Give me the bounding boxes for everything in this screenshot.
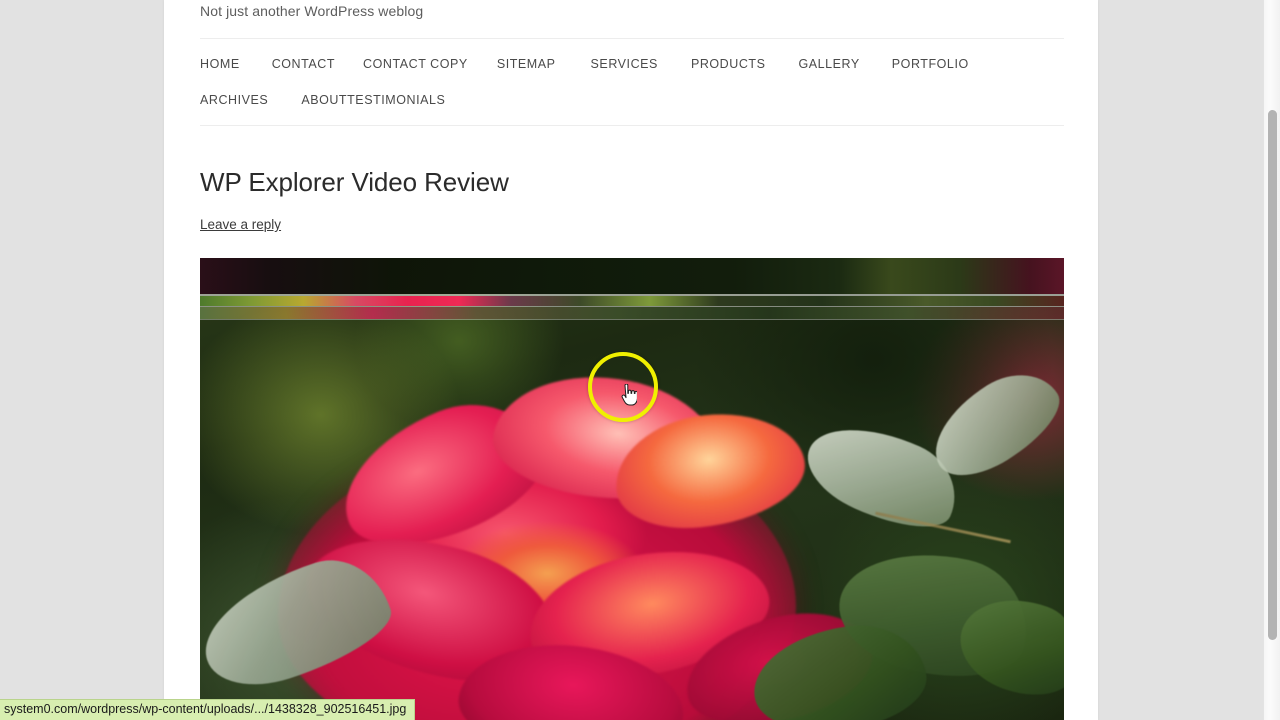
image-render-artifact-line [200, 319, 1064, 320]
header-divider [200, 38, 1064, 39]
status-bar-url: system0.com/wordpress/wp-content/uploads… [0, 699, 416, 720]
nav-link-home[interactable]: HOME [200, 46, 240, 82]
nav-item[interactable]: GALLERY [798, 46, 891, 82]
nav-link-about[interactable]: ABOUT [301, 82, 347, 118]
entry-meta: Leave a reply [200, 216, 281, 233]
primary-navigation[interactable]: HOME CONTACT CONTACT COPY SITEMAP SERVICES PR… [200, 46, 1064, 118]
nav-item[interactable]: ARCHIVES [200, 82, 301, 118]
nav-item[interactable]: PRODUCTS [691, 46, 799, 82]
site-tagline: Not just another WordPress weblog [200, 3, 424, 19]
image-render-artifact-band [200, 296, 1064, 306]
nav-link-services[interactable]: SERVICES [591, 46, 658, 82]
scrollbar-thumb[interactable] [1268, 110, 1277, 640]
nav-link-archives[interactable]: ARCHIVES [200, 82, 268, 118]
nav-divider [200, 125, 1064, 126]
nav-link-contact-copy[interactable]: CONTACT COPY [363, 46, 468, 82]
vertical-scrollbar[interactable] [1263, 0, 1280, 720]
image-render-artifact-band [200, 258, 1064, 294]
web-page-content: Not just another WordPress weblog HOME CO… [164, 0, 1098, 720]
nav-item[interactable]: CONTACT COPY [363, 46, 497, 82]
nav-item[interactable]: CONTACT [272, 46, 363, 82]
nav-link-contact[interactable]: CONTACT [272, 46, 335, 82]
leave-a-reply-link[interactable]: Leave a reply [200, 217, 281, 232]
attachment-image[interactable] [200, 258, 1064, 720]
nav-item[interactable]: SERVICES [591, 46, 691, 82]
nav-item[interactable]: PORTFOLIO [892, 46, 1002, 82]
nav-link-testimonials[interactable]: TESTIMONIALS [347, 82, 445, 118]
nav-item[interactable]: TESTIMONIALS [347, 82, 483, 118]
nav-item[interactable]: SITEMAP [497, 46, 591, 82]
nav-item[interactable]: HOME [200, 46, 272, 82]
nav-link-products[interactable]: PRODUCTS [691, 46, 766, 82]
nav-item[interactable]: ABOUT [301, 82, 347, 118]
nav-link-portfolio[interactable]: PORTFOLIO [892, 46, 969, 82]
image-render-artifact-band [200, 307, 1064, 319]
nav-link-gallery[interactable]: GALLERY [798, 46, 859, 82]
page-title: WP Explorer Video Review [200, 167, 509, 197]
browser-viewport: Not just another WordPress weblog HOME CO… [0, 0, 1280, 720]
nav-link-sitemap[interactable]: SITEMAP [497, 46, 556, 82]
nav-list: HOME CONTACT CONTACT COPY SITEMAP SERVICES PR… [200, 46, 1064, 118]
